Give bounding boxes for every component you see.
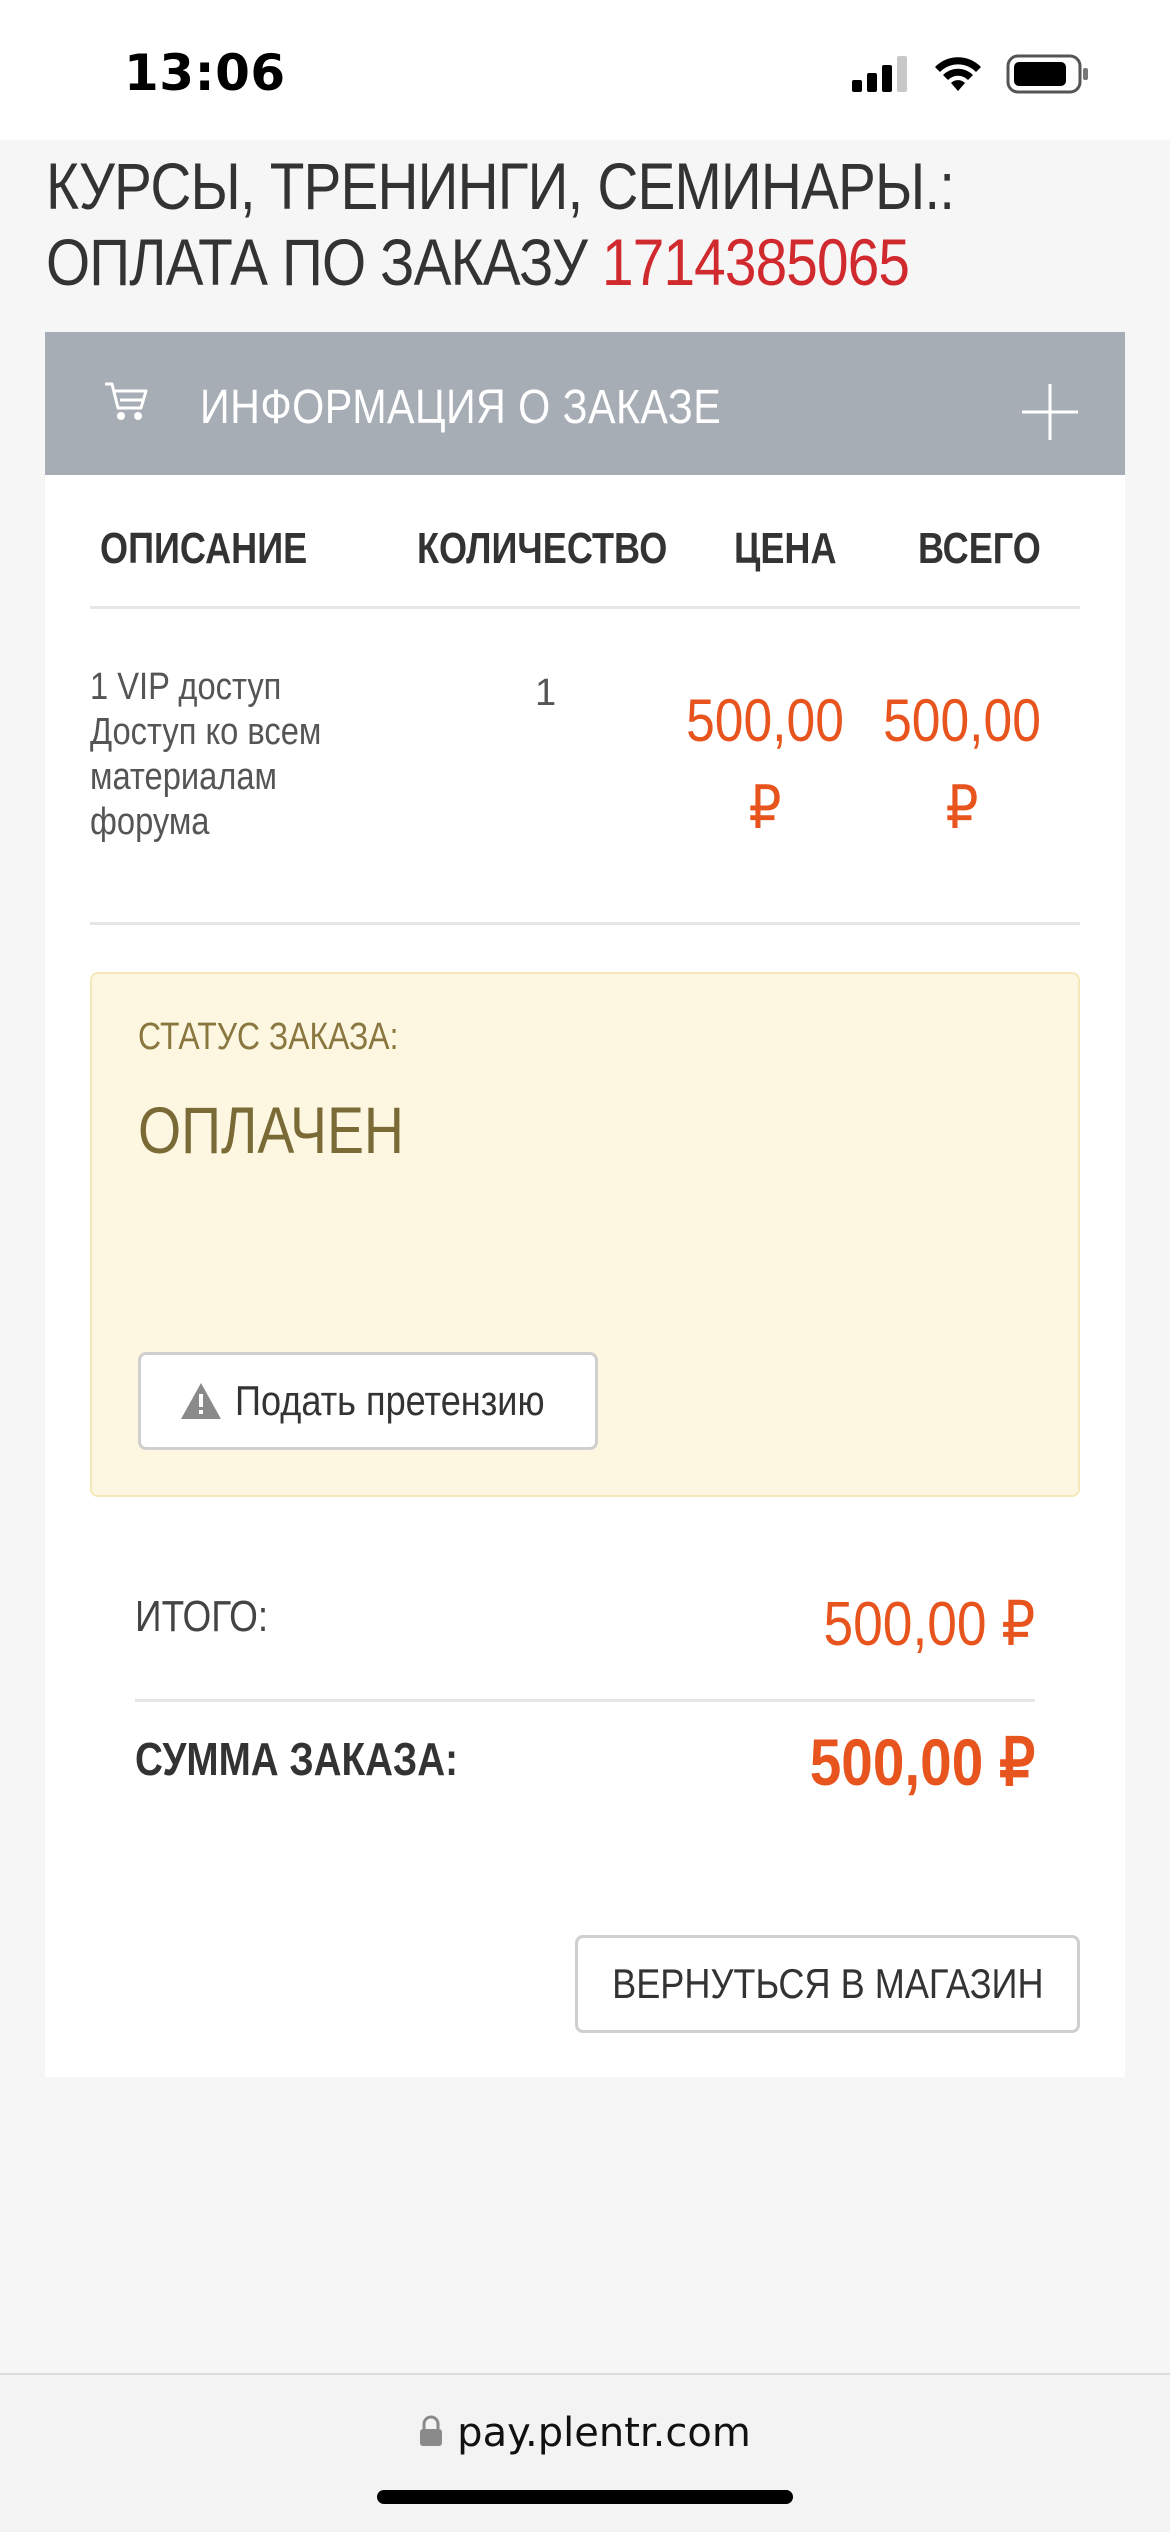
column-quantity: КОЛИЧЕСТВО [417,524,668,573]
item-price: 500,00 ₽ [686,687,844,841]
subtotal-label: ИТОГО: [135,1592,269,1641]
order-status-box: СТАТУС ЗАКАЗА: ОПЛАЧЕН Подать претензию [90,972,1080,1497]
url-field[interactable]: pay.plentr.com [0,2410,1170,2456]
back-to-shop-button[interactable]: ВЕРНУТЬСЯ В МАГАЗИН [575,1935,1080,2033]
url-text: pay.plentr.com [457,2410,751,2456]
status-value: ОПЛАЧЕН [138,1093,404,1167]
order-sum-value: 500,00 ₽ [809,1725,1035,1799]
column-description: ОПИСАНИЕ [100,524,308,573]
browser-url-bar[interactable]: pay.plentr.com [0,2373,1170,2532]
status-bar: 13:06 [0,0,1170,140]
item-description: 1 VIP доступ Доступ ко всем материалам ф… [90,666,322,843]
lock-icon [419,2415,443,2452]
order-sum-label: СУММА ЗАКАЗА: [135,1733,459,1785]
page-title: КУРСЫ, ТРЕНИНГИ, СЕМИНАРЫ.: ОПЛАТА ПО ЗА… [46,148,975,300]
order-card: ИНФОРМАЦИЯ О ЗАКАЗЕ ОПИСАНИЕ КОЛИЧЕСТВО … [45,332,1125,2077]
column-total: ВСЕГО [918,524,1041,573]
status-label: СТАТУС ЗАКАЗА: [138,1016,399,1058]
submit-claim-button[interactable]: Подать претензию [138,1352,598,1450]
table-header-divider [90,606,1080,609]
cart-icon [103,380,149,427]
home-indicator[interactable] [377,2490,793,2504]
table-row-divider [90,922,1080,925]
order-info-title: ИНФОРМАЦИЯ О ЗАКАЗЕ [200,381,722,434]
totals-divider [135,1699,1035,1702]
item-total: 500,00 ₽ [883,687,1041,841]
item-quantity: 1 [535,672,557,714]
plus-icon[interactable] [1020,382,1080,447]
column-price: ЦЕНА [734,524,837,573]
wifi-icon [935,57,981,91]
subtotal-value: 500,00 ₽ [823,1590,1035,1659]
warning-icon [181,1383,221,1419]
status-icons [852,54,1090,94]
battery-icon [1006,54,1088,94]
page: 13:06 КУРСЫ, ТРЕНИНГИ, СЕМИНАРЫ.: ОПЛАТА… [0,0,1170,2532]
order-info-header[interactable]: ИНФОРМАЦИЯ О ЗАКАЗЕ [45,332,1125,475]
submit-claim-label: Подать претензию [235,1377,545,1424]
order-number: 1714385065 [602,225,910,299]
status-time: 13:06 [124,44,286,102]
back-to-shop-label: ВЕРНУТЬСЯ В МАГАЗИН [611,1960,1044,2007]
signal-icon [852,56,907,92]
